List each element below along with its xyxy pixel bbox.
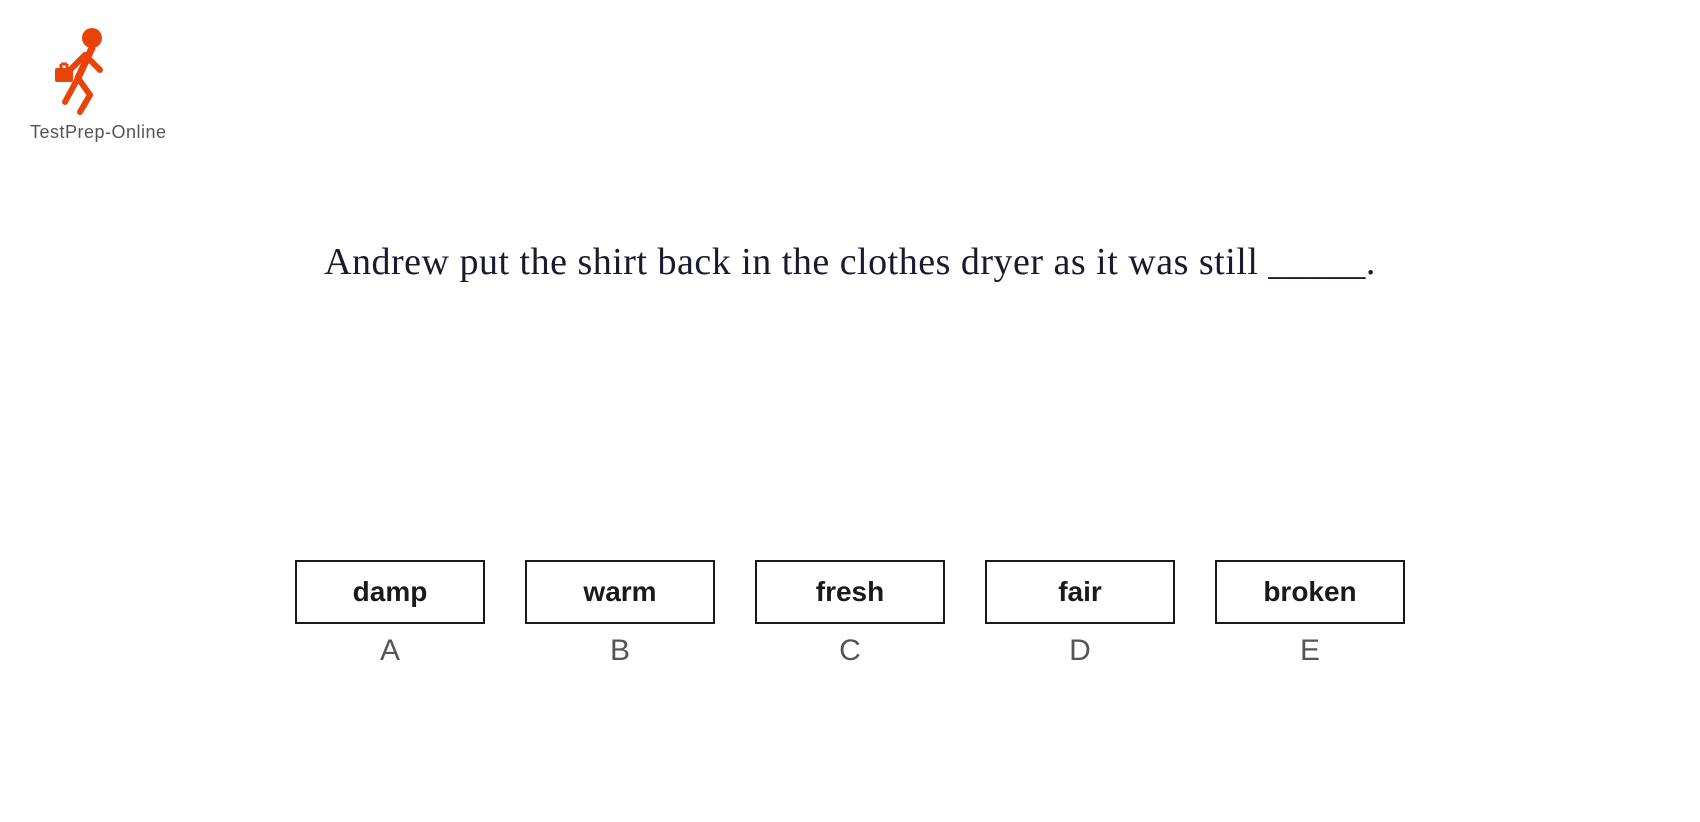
choice-word-a: damp bbox=[353, 576, 428, 607]
choice-word-c: fresh bbox=[816, 576, 884, 607]
choice-item-e[interactable]: broken E bbox=[1215, 560, 1405, 668]
logo-area: TestPrep-Online bbox=[30, 20, 167, 143]
choice-box-d[interactable]: fair bbox=[985, 560, 1175, 624]
logo-icon bbox=[30, 20, 130, 120]
choice-box-a[interactable]: damp bbox=[295, 560, 485, 624]
choice-letter-d: D bbox=[1069, 634, 1091, 668]
choice-letter-a: A bbox=[380, 634, 400, 668]
choice-box-e[interactable]: broken bbox=[1215, 560, 1405, 624]
choice-letter-c: C bbox=[839, 634, 861, 668]
choice-item-c[interactable]: fresh C bbox=[755, 560, 945, 668]
choice-item-b[interactable]: warm B bbox=[525, 560, 715, 668]
choice-box-b[interactable]: warm bbox=[525, 560, 715, 624]
choice-word-b: warm bbox=[583, 576, 656, 607]
choice-box-c[interactable]: fresh bbox=[755, 560, 945, 624]
choice-letter-b: B bbox=[610, 634, 630, 668]
question-text: Andrew put the shirt back in the clothes… bbox=[324, 241, 1376, 283]
logo-text: TestPrep-Online bbox=[30, 122, 167, 143]
question-area: Andrew put the shirt back in the clothes… bbox=[0, 240, 1700, 284]
choice-letter-e: E bbox=[1300, 634, 1320, 668]
choice-item-d[interactable]: fair D bbox=[985, 560, 1175, 668]
choices-area: damp Awarm Bfresh Cfair Dbroken E bbox=[0, 560, 1700, 668]
choice-word-e: broken bbox=[1263, 576, 1356, 607]
choice-item-a[interactable]: damp A bbox=[295, 560, 485, 668]
choice-word-d: fair bbox=[1058, 576, 1102, 607]
